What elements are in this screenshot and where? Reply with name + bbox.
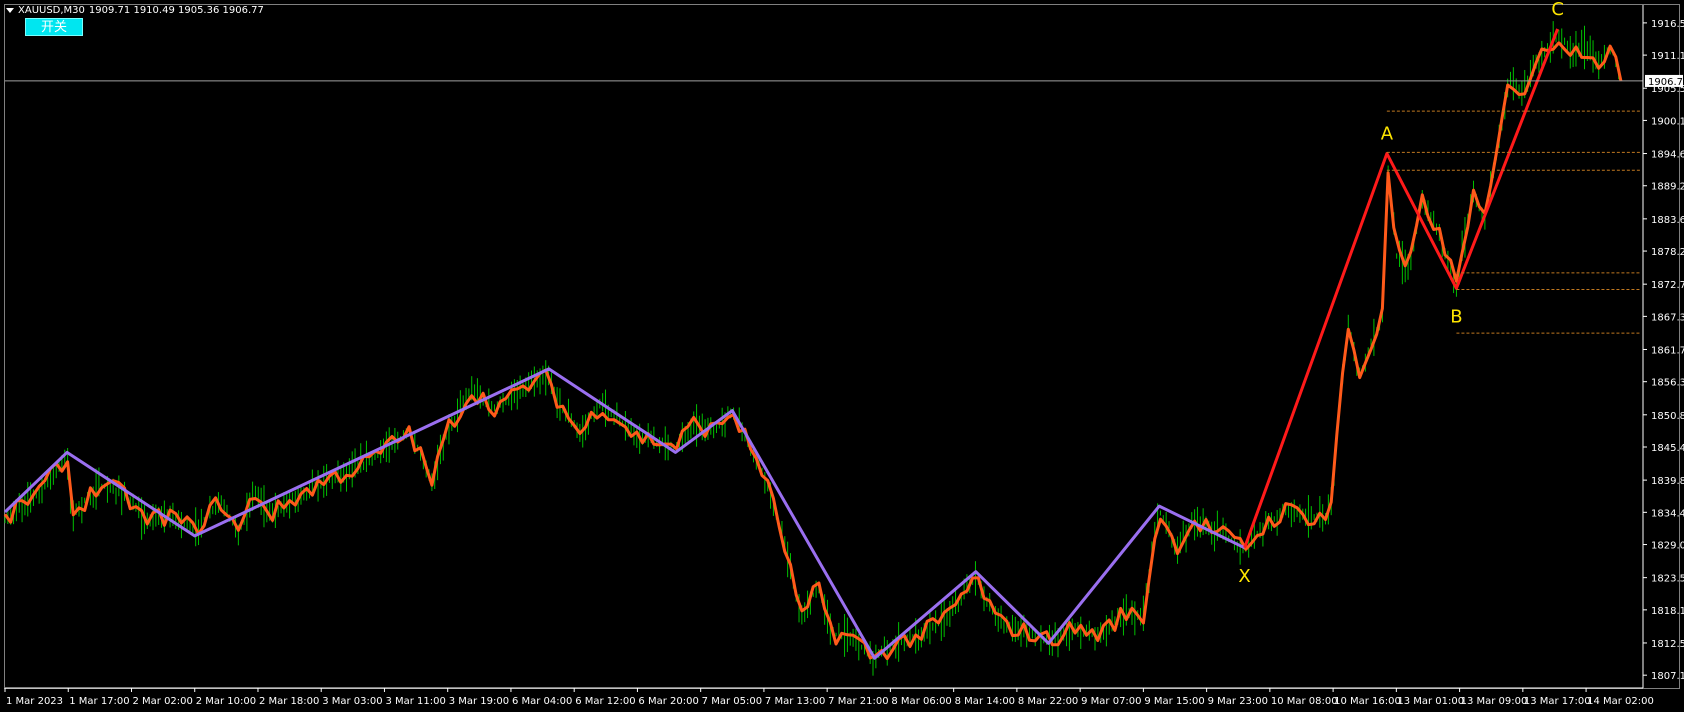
y-tick-label: 1889.20: [1651, 182, 1684, 193]
x-tick-label: 7 Mar 13:00: [765, 696, 825, 707]
x-tick-label: 10 Mar 08:00: [1271, 696, 1338, 707]
x-tick-label: 8 Mar 14:00: [955, 696, 1015, 707]
y-tick-label: 1839.85: [1651, 476, 1684, 487]
y-tick-label: 1850.80: [1651, 411, 1684, 422]
x-tick-label: 14 Mar 02:00: [1587, 696, 1654, 707]
y-tick-label: 1807.15: [1651, 671, 1684, 682]
x-tick-label: 2 Mar 10:00: [196, 696, 256, 707]
y-tick-label: 1872.70: [1651, 280, 1684, 291]
pattern-label-a: A: [1381, 124, 1394, 145]
x-tick-label: 6 Mar 12:00: [575, 696, 635, 707]
x-tick-label: 9 Mar 15:00: [1144, 696, 1204, 707]
y-tick-label: 1845.40: [1651, 443, 1684, 454]
x-tick-label: 3 Mar 11:00: [385, 696, 445, 707]
x-tick-label: 8 Mar 22:00: [1018, 696, 1078, 707]
y-tick-label: 1861.75: [1651, 345, 1684, 356]
symbol-label: XAUUSD,M30: [18, 5, 85, 16]
x-tick-label: 13 Mar 17:00: [1524, 696, 1591, 707]
x-tick-label: 9 Mar 07:00: [1081, 696, 1141, 707]
y-tick-label: 1916.50: [1651, 19, 1684, 30]
pattern-label-x: X: [1238, 566, 1250, 587]
ohlc-values: 1909.71 1910.49 1905.36 1906.77: [88, 5, 264, 16]
x-tick-label: 8 Mar 06:00: [891, 696, 951, 707]
x-tick-label: 7 Mar 05:00: [702, 696, 762, 707]
x-tick-label: 3 Mar 19:00: [449, 696, 509, 707]
x-tick-label: 1 Mar 17:00: [69, 696, 129, 707]
chart-background: [0, 0, 1684, 712]
y-tick-label: 1856.35: [1651, 378, 1684, 389]
y-tick-label: 1834.45: [1651, 508, 1684, 519]
x-tick-label: 2 Mar 02:00: [132, 696, 192, 707]
x-tick-label: 9 Mar 23:00: [1208, 696, 1268, 707]
pattern-label-c: C: [1551, 0, 1564, 20]
price-chart[interactable]: XABC 1916.501911.101905.551900.151894.60…: [0, 0, 1684, 712]
x-tick-label: 6 Mar 04:00: [512, 696, 572, 707]
y-tick-label: 1911.10: [1651, 51, 1684, 62]
y-tick-label: 1878.25: [1651, 247, 1684, 258]
x-tick-label: 10 Mar 16:00: [1334, 696, 1401, 707]
y-tick-label: 1894.60: [1651, 150, 1684, 161]
symbol-info: XAUUSD,M30 1909.71 1910.49 1905.36 1906.…: [6, 5, 264, 16]
x-tick-label: 7 Mar 21:00: [828, 696, 888, 707]
x-tick-label: 3 Mar 03:00: [322, 696, 382, 707]
y-tick-label: 1829.05: [1651, 541, 1684, 552]
y-tick-label: 1900.15: [1651, 116, 1684, 127]
x-tick-label: 1 Mar 2023: [6, 696, 63, 707]
x-tick-label: 13 Mar 01:00: [1397, 696, 1464, 707]
y-tick-label: 1818.10: [1651, 606, 1684, 617]
pattern-label-b: B: [1450, 306, 1462, 327]
y-tick-label: 1883.65: [1651, 215, 1684, 226]
y-tick-label: 1867.30: [1651, 312, 1684, 323]
x-tick-label: 2 Mar 18:00: [259, 696, 319, 707]
x-tick-label: 6 Mar 20:00: [638, 696, 698, 707]
y-tick-label: 1812.55: [1651, 639, 1684, 650]
dropdown-triangle-icon[interactable]: [6, 8, 14, 13]
x-tick-label: 13 Mar 09:00: [1461, 696, 1528, 707]
y-tick-label: 1823.50: [1651, 574, 1684, 585]
toggle-button[interactable]: 开关: [25, 18, 83, 36]
current-price-label: 1906.77: [1648, 77, 1684, 88]
